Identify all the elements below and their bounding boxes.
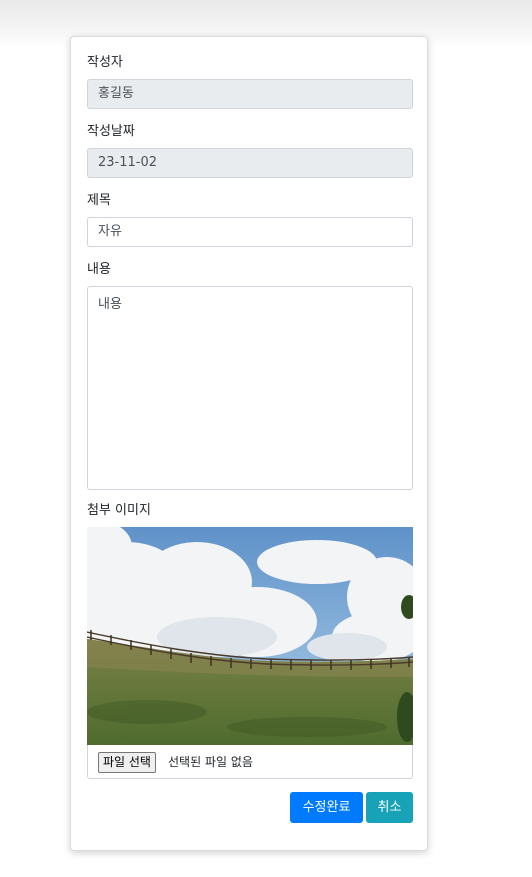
author-field: 홍길동	[87, 79, 413, 109]
title-label: 제목	[87, 193, 111, 208]
file-input: 파일 선택 선택된 파일 없음	[87, 745, 413, 779]
date-field: 23-11-02	[87, 148, 413, 178]
edit-post-card: 작성자 홍길동 작성날짜 23-11-02 제목 자유 내용 내용 첨부 이미지	[70, 36, 428, 851]
attached-image	[87, 527, 413, 745]
content-label: 내용	[87, 262, 111, 277]
attachment-label: 첨부 이미지	[87, 503, 151, 518]
author-label: 작성자	[87, 55, 123, 70]
date-label: 작성날짜	[87, 124, 135, 139]
title-input[interactable]: 자유	[87, 217, 413, 247]
content-textarea[interactable]: 내용	[87, 286, 413, 490]
choose-file-button[interactable]: 파일 선택	[98, 752, 156, 773]
cancel-button[interactable]: 취소	[366, 792, 413, 823]
save-button[interactable]: 수정완료	[290, 792, 363, 823]
file-status-text: 선택된 파일 없음	[168, 755, 253, 769]
